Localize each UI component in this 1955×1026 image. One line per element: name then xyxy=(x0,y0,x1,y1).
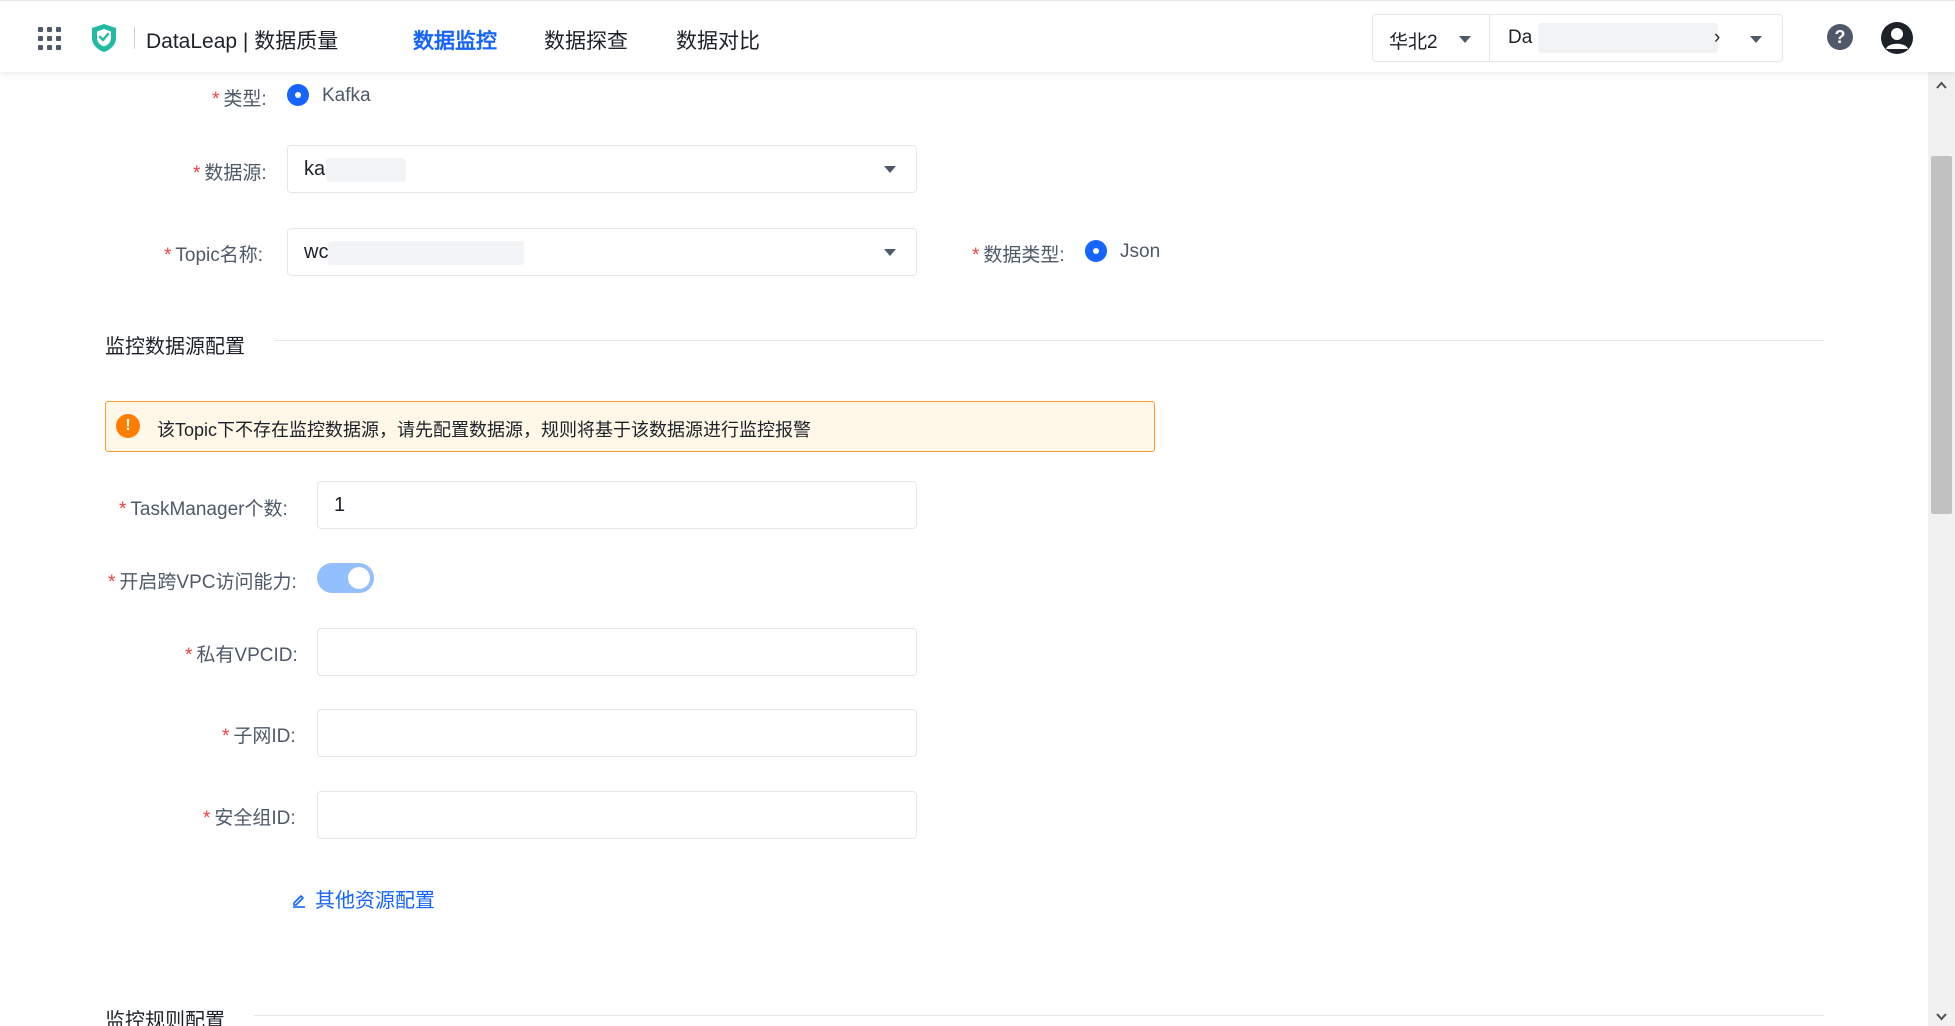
security-group-id-label: * 安全组ID: xyxy=(203,808,296,829)
subnet-id-input[interactable] xyxy=(317,709,917,757)
type-label: * 类型: xyxy=(212,89,267,110)
subnet-id-label: * 子网ID: xyxy=(222,726,296,747)
task-manager-value: 1 xyxy=(334,494,346,516)
cross-vpc-label: * 开启跨VPC访问能力: xyxy=(108,572,297,593)
user-avatar-icon[interactable] xyxy=(1881,22,1913,54)
type-radio-label: Kafka xyxy=(322,85,371,106)
datasource-select[interactable]: ka xyxy=(287,145,917,193)
top-navigation-bar: DataLeap | 数据质量 数据监控 数据探查 数据对比 华北2 Da › … xyxy=(0,0,1955,72)
monitor-rules-section-title: 监控规则配置 xyxy=(105,1010,225,1026)
data-type-label: * 数据类型: xyxy=(972,245,1065,266)
section-divider xyxy=(274,340,1824,341)
project-select[interactable]: Da › xyxy=(1489,14,1783,62)
topic-select[interactable]: wc xyxy=(287,228,917,276)
tab-data-compare[interactable]: 数据对比 xyxy=(676,25,760,55)
chevron-down-icon xyxy=(1459,36,1471,43)
edit-icon xyxy=(293,895,305,908)
datasource-value: ka xyxy=(304,158,326,180)
security-group-id-input[interactable] xyxy=(317,791,917,839)
monitor-source-section-title: 监控数据源配置 xyxy=(105,336,245,358)
warning-alert: ! 该Topic下不存在监控数据源，请先配置数据源，规则将基于该数据源进行监控报… xyxy=(105,401,1155,452)
apps-grid-icon[interactable] xyxy=(38,27,62,50)
region-value: 华北2 xyxy=(1389,32,1438,53)
chevron-down-icon xyxy=(1750,36,1762,43)
warning-icon: ! xyxy=(116,414,140,438)
topic-value: wc xyxy=(304,241,329,263)
project-value-suffix: › xyxy=(1714,27,1721,48)
section-divider xyxy=(254,1015,1824,1016)
datasource-label: * 数据源: xyxy=(193,163,267,184)
vertical-scrollbar[interactable] xyxy=(1928,72,1955,1026)
type-radio-kafka[interactable] xyxy=(287,84,309,106)
scroll-up-icon[interactable] xyxy=(1936,80,1947,91)
data-type-radio-label: Json xyxy=(1120,241,1161,262)
redacted-datasource-name xyxy=(326,158,406,182)
warning-alert-text: 该Topic下不存在监控数据源，请先配置数据源，规则将基于该数据源进行监控报警 xyxy=(157,420,812,440)
chevron-down-icon xyxy=(884,166,896,173)
shield-logo-icon xyxy=(92,24,116,52)
brand-divider xyxy=(134,27,135,49)
project-value: Da xyxy=(1508,27,1533,48)
chevron-down-icon xyxy=(884,249,896,256)
redacted-topic-name xyxy=(328,241,524,265)
topic-label: * Topic名称: xyxy=(164,245,264,266)
vpc-id-label: * 私有VPCID: xyxy=(185,645,298,666)
cross-vpc-toggle[interactable] xyxy=(317,563,374,593)
redacted-project-name xyxy=(1538,23,1718,53)
product-title: DataLeap | 数据质量 xyxy=(146,30,339,53)
scroll-down-icon[interactable] xyxy=(1936,1011,1947,1022)
tab-data-monitor[interactable]: 数据监控 xyxy=(413,25,497,55)
task-manager-label: * TaskManager个数: xyxy=(119,499,288,520)
data-type-radio-json[interactable] xyxy=(1085,240,1107,262)
task-manager-input[interactable]: 1 xyxy=(317,481,917,529)
other-resources-link[interactable]: 其他资源配置 xyxy=(291,884,435,913)
help-icon[interactable]: ? xyxy=(1827,24,1853,50)
vpc-id-input[interactable] xyxy=(317,628,917,676)
tab-data-explore[interactable]: 数据探查 xyxy=(544,25,628,55)
region-select[interactable]: 华北2 xyxy=(1372,14,1490,62)
scrollbar-thumb[interactable] xyxy=(1931,156,1952,514)
